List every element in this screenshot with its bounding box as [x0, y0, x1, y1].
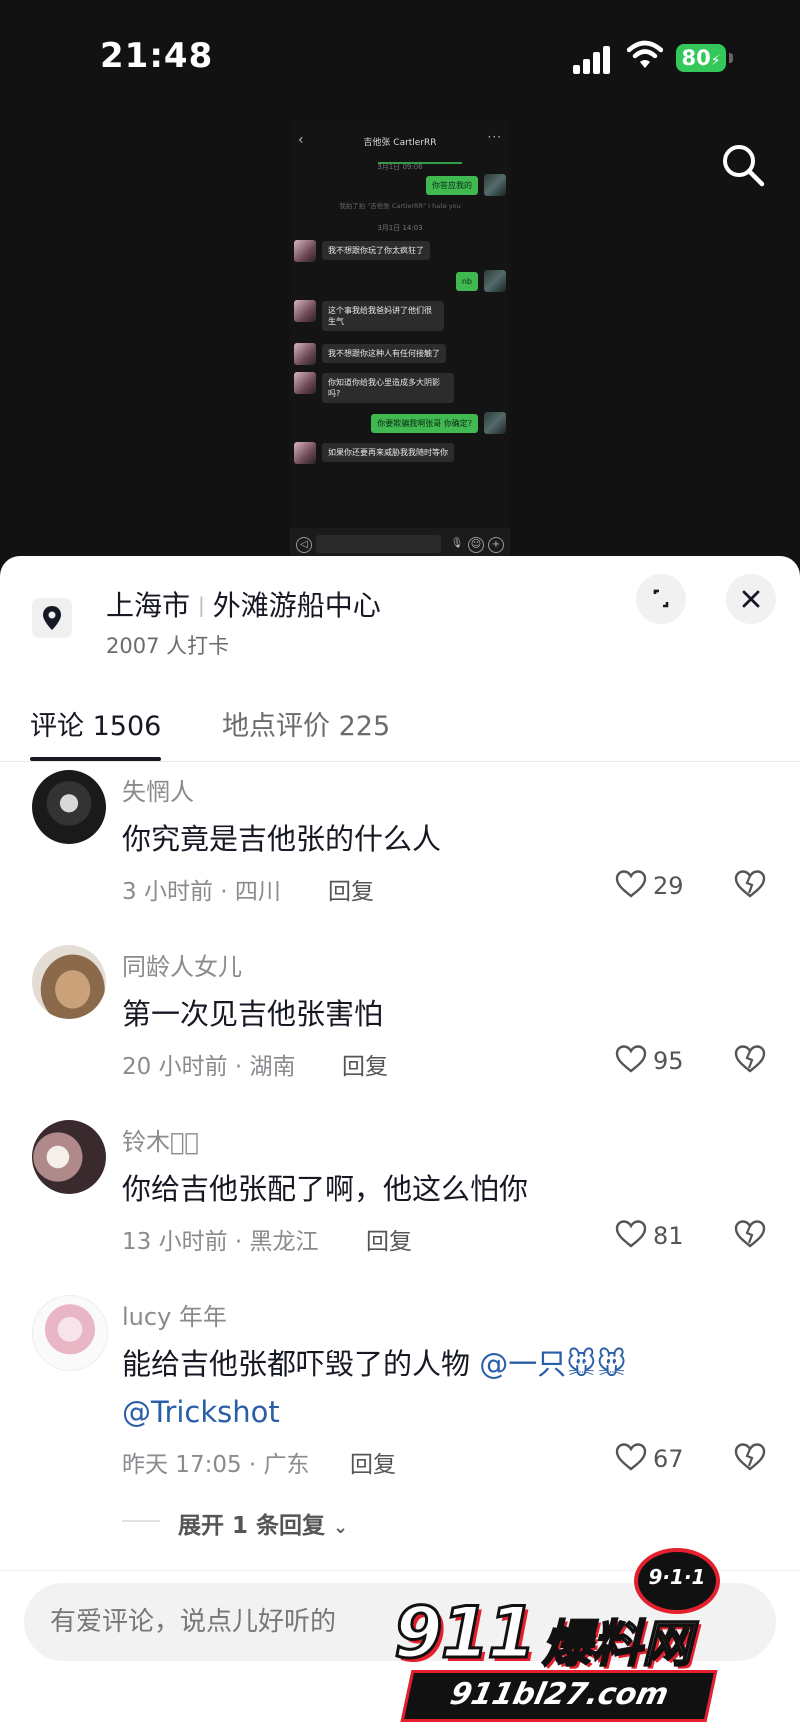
location-place: 外滩游船中心 [212, 589, 381, 622]
comment-author[interactable]: 同龄人女儿 [122, 947, 242, 982]
reply-button[interactable]: 回复 [350, 1445, 396, 1479]
chat-avatar-them [294, 240, 316, 262]
mention-link[interactable]: @一只🐭🐭 [479, 1347, 627, 1381]
mention-link[interactable]: @Trickshot [122, 1395, 280, 1429]
like-count: 29 [653, 872, 684, 900]
cellular-signal-icon [573, 44, 611, 74]
location-separator: | [198, 593, 205, 617]
chat-avatar-me [484, 174, 506, 196]
battery-indicator: 80⚡ [676, 44, 726, 72]
close-icon [742, 590, 760, 608]
like-count: 81 [653, 1222, 684, 1250]
status-time: 21:48 [100, 36, 214, 76]
location-city: 上海市 [106, 589, 191, 622]
chat-mic-icon: 🎙 [450, 538, 464, 549]
dislike-broken-heart-icon[interactable] [733, 1043, 767, 1075]
chat-msg-me: 你答应我的 [426, 176, 478, 195]
chat-avatar-them [294, 372, 316, 394]
chat-avatar-them [294, 442, 316, 464]
chat-avatar-them [294, 343, 316, 365]
chevron-down-icon: ⌄ [333, 1517, 349, 1538]
comment-meta: 20 小时前 · 湖南 [122, 1054, 296, 1080]
like-heart-icon[interactable] [614, 1043, 648, 1075]
comment-meta: 昨天 17:05 · 广东 [122, 1452, 310, 1478]
expand-divider [122, 1520, 160, 1522]
chat-avatar-me [484, 412, 506, 434]
chat-header: ‹ 吉他张 CartlerRR ··· [290, 130, 510, 164]
like-heart-icon[interactable] [614, 1218, 648, 1250]
location-title[interactable]: 上海市 | 外滩游船中心 [106, 584, 381, 624]
like-heart-icon[interactable] [614, 1441, 648, 1473]
comment-text: 你给吉他张配了啊，他这么怕你 [122, 1172, 529, 1206]
expand-icon [653, 589, 669, 608]
chat-msg-them: 你知道你给我心里造成多大阴影吗? [322, 373, 454, 403]
chat-avatar-me [484, 270, 506, 292]
chat-voice-icon: ◁ [296, 537, 312, 553]
avatar[interactable] [32, 1295, 108, 1371]
watermark-brand-name: 爆料网 [541, 1614, 693, 1674]
location-pin-icon [32, 598, 72, 638]
status-bar: 21:48 80⚡ [0, 0, 800, 110]
watermark-logo: 9·1·1 911 爆料网 911bl27.com [380, 1548, 760, 1735]
reply-button[interactable]: 回复 [328, 872, 374, 906]
chat-msg-me: nb [455, 272, 478, 291]
battery-level: 80 [681, 46, 711, 70]
dislike-broken-heart-icon[interactable] [733, 1218, 767, 1250]
chat-emoji-icon: ☺ [468, 537, 484, 553]
chat-title: 吉他张 CartlerRR [363, 138, 437, 148]
watermark-brand: 911 爆料网 [392, 1591, 740, 1676]
chat-msg-me: 你要欺骗我啊张哥 你确定? [371, 414, 478, 433]
chat-input-box [316, 535, 441, 553]
expand-button[interactable] [636, 574, 686, 624]
video-chat-screenshot[interactable]: ‹ 吉他张 CartlerRR ··· 3月1日 09:06 你答应我的 我拍了… [290, 120, 510, 560]
watermark-url: 911bl27.com [400, 1670, 718, 1722]
comment-text-body: 能给吉他张都吓毁了的人物 [122, 1347, 471, 1381]
chat-msg-them: 这个事我给我爸妈讲了他们很生气 [322, 301, 444, 331]
comment-text: 第一次见吉他张害怕 [122, 997, 384, 1031]
close-button[interactable] [726, 574, 776, 624]
reply-button[interactable]: 回复 [342, 1047, 388, 1081]
dislike-broken-heart-icon[interactable] [733, 868, 767, 900]
expand-replies-label: 展开 1 条回复 ⌄ [178, 1506, 348, 1540]
chat-more-icon: ··· [487, 130, 502, 144]
avatar[interactable] [32, 945, 106, 1019]
avatar[interactable] [32, 770, 106, 844]
comment-text: 你究竟是吉他张的什么人 [122, 822, 442, 856]
like-count: 95 [653, 1047, 684, 1075]
dislike-broken-heart-icon[interactable] [733, 1441, 767, 1473]
chat-avatar-them [294, 300, 316, 322]
comment-text: 能给吉他张都吓毁了的人物 @一只🐭🐭 [122, 1341, 627, 1383]
tab-location-reviews[interactable]: 地点评价 225 [222, 704, 390, 743]
tab-comments[interactable]: 评论 1506 [30, 704, 161, 743]
comment-author[interactable]: lucy 年年 [122, 1297, 227, 1332]
chat-msg-them: 我不想跟你玩了你太疯狂了 [322, 241, 430, 260]
search-icon[interactable] [718, 140, 768, 190]
wifi-icon [627, 40, 663, 68]
like-heart-icon[interactable] [614, 868, 648, 900]
reply-button[interactable]: 回复 [366, 1222, 412, 1256]
tab-divider [0, 761, 800, 762]
battery-tip [729, 53, 733, 63]
expand-replies-text: 展开 1 条回复 [178, 1513, 326, 1539]
comment-meta: 13 小时前 · 黑龙江 [122, 1229, 319, 1255]
chat-msg-them: 如果你还要再来威胁我我随时等你 [322, 443, 454, 462]
comment-author[interactable]: 铃木透ͧ [122, 1122, 199, 1157]
chat-system-note: 我拍了拍 "吉他张 CartlerRR" I hate you [339, 202, 461, 210]
comment-author[interactable]: 失惘人 [122, 772, 194, 807]
location-checkins: 2007 人打卡 [106, 634, 230, 658]
chat-time: 3月1日 14:03 [377, 224, 423, 232]
avatar[interactable] [32, 1120, 106, 1194]
comment-meta: 3 小时前 · 四川 [122, 879, 281, 905]
chat-msg-them: 我不想跟你这种人有任何接触了 [322, 344, 446, 363]
chat-plus-icon: + [488, 537, 504, 553]
chat-time: 3月1日 09:06 [377, 163, 423, 171]
like-count: 67 [653, 1445, 684, 1473]
watermark-brand-number: 911 [392, 1591, 537, 1676]
